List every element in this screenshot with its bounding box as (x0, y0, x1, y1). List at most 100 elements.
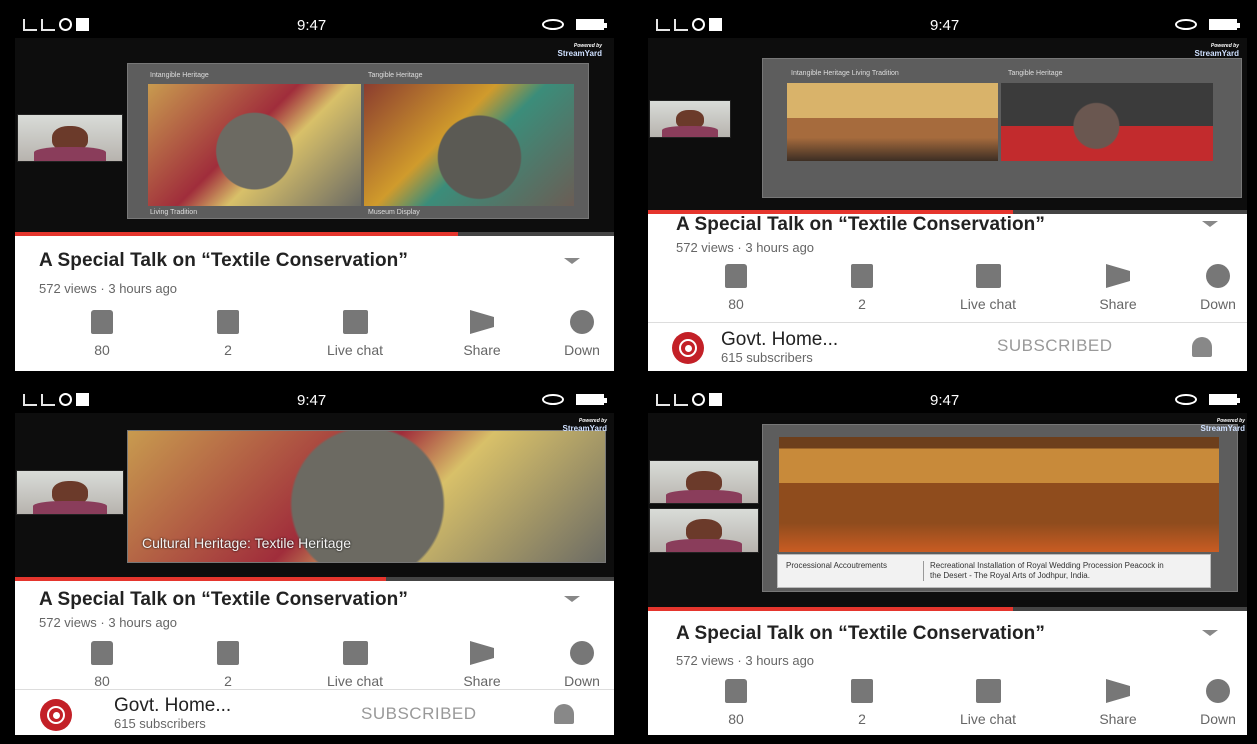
chat-icon (342, 310, 368, 334)
video-title: A Special Talk on “Textile Conservation” (39, 250, 408, 271)
like-count: 80 (728, 711, 744, 727)
like-button[interactable]: 80 (691, 264, 781, 312)
video-actions: 80 2 Live chat Share Down (648, 264, 1247, 312)
download-button[interactable]: Down (537, 641, 614, 689)
dislike-button[interactable]: 2 (183, 641, 273, 689)
status-bar: 9:47 (648, 389, 1247, 413)
signal-icon (23, 393, 37, 406)
channel-row[interactable]: Govt. Home... 615 subscribers SUBSCRIBED (648, 322, 1247, 371)
download-icon (76, 393, 89, 406)
video-title: A Special Talk on “Textile Conservation” (676, 623, 1045, 644)
streamyard-label: StreamYard (1194, 49, 1239, 58)
download-label: Down (1200, 296, 1236, 312)
share-button[interactable]: Share (1073, 264, 1163, 312)
expand-chevron-icon[interactable] (1202, 221, 1218, 227)
slide-label-museum-display: Museum Display (368, 209, 420, 216)
expand-chevron-icon[interactable] (564, 258, 580, 264)
download-button[interactable]: Down (1173, 679, 1247, 727)
share-label: Share (1099, 296, 1137, 312)
video-actions: 80 2 Live chat Share Down (648, 679, 1247, 727)
share-label: Share (463, 342, 501, 358)
download-label: Down (564, 673, 600, 689)
presentation-slide: Intangible Heritage Tangible Heritage Li… (127, 63, 589, 219)
share-button[interactable]: Share (1073, 679, 1163, 727)
expand-chevron-icon[interactable] (564, 596, 580, 602)
speaker-camera-feed (16, 470, 124, 515)
like-button[interactable]: 80 (57, 310, 147, 358)
subscribed-button[interactable]: SUBSCRIBED (997, 336, 1113, 356)
thumb-up-icon (91, 641, 113, 665)
live-chat-label: Live chat (959, 296, 1017, 312)
presentation-slide: Intangible Heritage Living Tradition Tan… (762, 58, 1242, 198)
slide-label-tangible: Tangible Heritage (368, 72, 423, 79)
dislike-button[interactable]: 2 (817, 679, 907, 727)
signal-icon (41, 18, 55, 31)
download-icon (1206, 264, 1230, 288)
slide-image-decorated-elephant (148, 84, 361, 206)
notification-bell-icon[interactable] (554, 704, 574, 724)
channel-logo (40, 699, 72, 731)
signal-icon (41, 393, 55, 406)
share-icon (469, 310, 495, 334)
video-player[interactable]: Cultural Heritage: Textile Heritage Powe… (15, 413, 614, 581)
thumb-down-icon (217, 641, 239, 665)
video-title: A Special Talk on “Textile Conservation” (39, 589, 408, 610)
status-time: 9:47 (930, 17, 960, 34)
expand-chevron-icon[interactable] (1202, 630, 1218, 636)
video-info: A Special Talk on “Textile Conservation”… (15, 236, 614, 371)
video-panel-top-right: 9:47 Intangible Heritage Living Traditio… (648, 14, 1247, 371)
download-button[interactable]: Down (1173, 264, 1247, 312)
status-icons-right (1175, 394, 1240, 405)
status-icons-left (23, 18, 89, 31)
streamyard-label: StreamYard (557, 49, 602, 58)
thumb-down-icon (851, 264, 873, 288)
share-label: Share (463, 673, 501, 689)
streamyard-badge: Powered by StreamYard (1195, 43, 1239, 58)
video-player[interactable]: Processional Accoutrements Recreational … (648, 413, 1247, 611)
slide-image-fort-elephant (787, 83, 998, 161)
notification-bell-icon[interactable] (1192, 337, 1212, 357)
video-player[interactable]: Intangible Heritage Living Tradition Tan… (648, 38, 1247, 214)
download-button[interactable]: Down (537, 310, 614, 358)
dislike-count: 2 (224, 673, 232, 689)
video-panel-top-left: 9:47 Intangible Heritage Tangible Herita… (15, 14, 614, 371)
view-count: 572 views · 3 hours ago (676, 653, 815, 668)
live-chat-label: Live chat (326, 673, 384, 689)
chat-icon (342, 641, 368, 665)
dislike-button[interactable]: 2 (817, 264, 907, 312)
streamyard-label: StreamYard (562, 424, 607, 433)
live-chat-button[interactable]: Live chat (943, 264, 1033, 312)
eye-icon (1175, 394, 1197, 405)
thumb-up-icon (725, 264, 747, 288)
screenshot-collage: 9:47 Intangible Heritage Tangible Herita… (0, 0, 1257, 744)
share-button[interactable]: Share (437, 641, 527, 689)
share-button[interactable]: Share (437, 310, 527, 358)
chat-icon (975, 264, 1001, 288)
live-chat-button[interactable]: Live chat (943, 679, 1033, 727)
battery-icon (1209, 394, 1240, 405)
download-icon (709, 393, 722, 406)
share-label: Share (1099, 711, 1137, 727)
signal-icon (656, 393, 670, 406)
download-icon (709, 18, 722, 31)
signal-icon (674, 393, 688, 406)
like-count: 80 (94, 673, 110, 689)
subscribed-button[interactable]: SUBSCRIBED (361, 704, 477, 724)
channel-name: Govt. Home... (114, 695, 232, 716)
like-button[interactable]: 80 (691, 679, 781, 727)
like-button[interactable]: 80 (57, 641, 147, 689)
signal-icon (656, 18, 670, 31)
channel-row[interactable]: Govt. Home... 615 subscribers SUBSCRIBED (15, 689, 614, 735)
download-label: Down (1200, 711, 1236, 727)
share-icon (1105, 679, 1131, 703)
streamyard-badge: Powered by StreamYard (558, 43, 602, 58)
live-chat-button[interactable]: Live chat (310, 641, 400, 689)
live-chat-button[interactable]: Live chat (310, 310, 400, 358)
share-icon (1105, 264, 1131, 288)
speaker-camera-feed (17, 114, 123, 162)
video-player[interactable]: Intangible Heritage Tangible Heritage Li… (15, 38, 614, 236)
slide-label-tangible: Tangible Heritage (1008, 70, 1063, 77)
dislike-button[interactable]: 2 (183, 310, 273, 358)
slide-label-living-tradition: Living Tradition (150, 209, 198, 216)
video-actions: 80 2 Live chat Share Down (15, 310, 614, 358)
